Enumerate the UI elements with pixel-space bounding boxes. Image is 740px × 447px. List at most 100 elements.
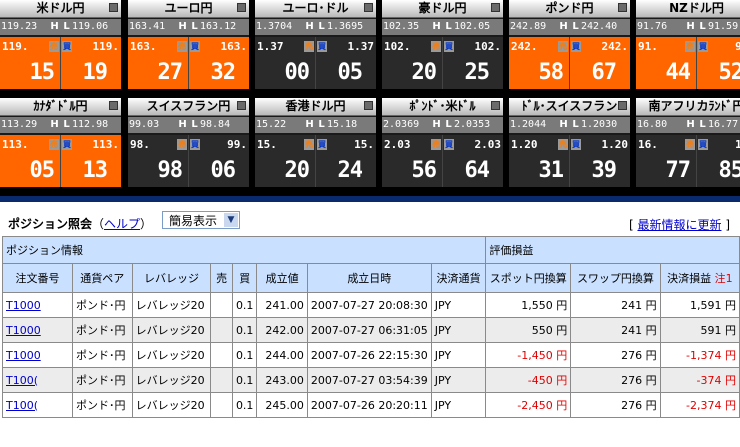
sell-price-button[interactable]: 102. 売 20	[382, 37, 442, 89]
rate-tile[interactable]: 米ドル円 119.23 H L 119.06 119. 売 15 買 119. 19	[0, 0, 121, 89]
rate-tile[interactable]: スイスフラン円 99.03 H L 98.84 98. 売 98 買 99. 06	[128, 98, 249, 187]
sell-badge: 売	[304, 139, 314, 150]
sell-price-button[interactable]: 119. 売 15	[0, 37, 60, 89]
buy-price-button[interactable]: 買 2.03 64	[443, 135, 503, 187]
price-cell: 245.00	[256, 392, 308, 418]
tile-settings-icon[interactable]	[491, 3, 500, 12]
buy-price-button[interactable]: 買 242. 67	[570, 37, 630, 89]
bid-big: 31	[538, 158, 564, 183]
rate-tile[interactable]: ﾄﾞﾙ･スイスフラン 1.2044 H L 1.2030 1.20 売 31 買 1.20 39	[509, 98, 630, 187]
sell-price-button[interactable]: 16. 売 77	[636, 135, 696, 187]
leverage-cell: レバレッジ20	[131, 367, 212, 393]
refresh-close-bracket: ]	[725, 218, 730, 232]
tile-title: ﾎﾟﾝﾄﾞ･米ﾄﾞﾙ	[382, 98, 503, 116]
rate-tile[interactable]: ユーロ･ドル 1.3704 H L 1.3695 1.37 売 00 買 1.37 05	[255, 0, 376, 89]
bid-big: 77	[665, 158, 691, 183]
buy-price-button[interactable]: 買 99. 06	[189, 135, 249, 187]
bid-small: 91.	[638, 40, 658, 53]
tile-title: ﾄﾞﾙ･スイスフラン	[509, 98, 630, 116]
tile-prices: 113. 売 05 買 113. 13	[0, 135, 121, 187]
buy-badge: 買	[317, 41, 327, 52]
tile-high: 2.0369	[383, 119, 420, 130]
refresh-link[interactable]: 最新情報に更新	[637, 218, 721, 232]
tile-settings-icon[interactable]	[109, 101, 118, 110]
rate-tile[interactable]: ﾎﾟﾝﾄﾞ･米ﾄﾞﾙ 2.0369 H L 2.0353 2.03 売 56 買 2.03 64	[382, 98, 503, 187]
tile-settings-icon[interactable]	[364, 101, 373, 110]
order-number-link[interactable]: T1000	[6, 299, 41, 312]
rate-tile[interactable]: 豪ドル円 102.35 H L 102.05 102. 売 20 買 102. 25	[382, 0, 503, 89]
column-header-label: 決済損益	[667, 272, 712, 285]
tile-settings-icon[interactable]	[109, 3, 118, 12]
help-close-paren: ）	[140, 217, 153, 231]
bid-big: 58	[538, 60, 564, 85]
currency-cell: JPY	[430, 317, 487, 343]
bid-small: 102.	[384, 40, 411, 53]
sell-price-button[interactable]: 2.03 売 56	[382, 135, 442, 187]
footnote-marker: 注1	[714, 272, 733, 285]
buy-price-button[interactable]: 買 1.20 39	[570, 135, 630, 187]
rate-tile[interactable]: 南アフリカﾗﾝﾄﾞ円 16.80 HL16.77 16. 売 77 買 16. 85	[636, 98, 740, 187]
buy-price-button[interactable]: 買 91. 52	[697, 37, 740, 89]
buy-price-button[interactable]: 買 119. 19	[61, 37, 121, 89]
buy-price-button[interactable]: 買 1.37 05	[316, 37, 376, 89]
pair-cell: ポンド･円	[71, 317, 133, 343]
buy-price-button[interactable]: 買 163. 32	[189, 37, 249, 89]
sell-price-button[interactable]: 15. 売 20	[255, 135, 315, 187]
tile-high-low: 2.0369 H L 2.0353	[382, 117, 503, 133]
tile-settings-icon[interactable]	[364, 3, 373, 12]
tile-settings-icon[interactable]	[491, 101, 500, 110]
order-number-link[interactable]: T1000	[6, 349, 41, 362]
sell-price-button[interactable]: 1.37 売 00	[255, 37, 315, 89]
tile-settings-icon[interactable]	[618, 101, 627, 110]
ask-small: 16.	[735, 138, 740, 151]
buy-badge: 買	[571, 139, 581, 150]
high-marker: H	[305, 21, 314, 32]
tile-settings-icon[interactable]	[618, 3, 627, 12]
buy-price-button[interactable]: 買 113. 13	[61, 135, 121, 187]
high-marker: H	[686, 119, 695, 130]
price-cell: 244.00	[256, 342, 308, 368]
help-link[interactable]: ヘルプ	[104, 217, 140, 231]
sell-cell	[210, 367, 233, 393]
panel-header: ポジション照会 （ヘルプ） 簡易表示 ▼ [ 最新情報に更新 ]	[0, 202, 740, 236]
sell-price-button[interactable]: 163. 売 27	[128, 37, 188, 89]
sell-price-button[interactable]: 91. 売 44	[636, 37, 696, 89]
buy-badge: 買	[571, 41, 581, 52]
date-cell: 2007-07-27 20:08:30	[306, 292, 432, 318]
tile-title: ポンド円	[509, 0, 630, 18]
buy-price-button[interactable]: 買 102. 25	[443, 37, 503, 89]
buy-price-button[interactable]: 買 16. 85	[697, 135, 740, 187]
swap-cell: 241 円	[570, 292, 661, 318]
rate-tile[interactable]: ｶﾅﾀﾞﾄﾞﾙ円 113.29 H L 112.98 113. 売 05 買 113. 13	[0, 98, 121, 187]
tile-title: 豪ドル円	[382, 0, 503, 18]
rate-tile[interactable]: 香港ドル円 15.22 H L 15.18 15. 売 20 買 15. 24	[255, 98, 376, 187]
rate-tile[interactable]: NZドル円91.76 HL91.59 91. 売 44 買 91. 52	[636, 0, 740, 89]
sell-price-button[interactable]: 98. 売 98	[128, 135, 188, 187]
rate-tile[interactable]: ユーロ円 163.41 H L 163.12 163. 売 27 買 163. 32	[128, 0, 249, 89]
order-number-link[interactable]: T1000	[6, 324, 41, 337]
sell-price-button[interactable]: 113. 売 05	[0, 135, 60, 187]
tile-settings-icon[interactable]	[237, 3, 246, 12]
price-cell: 241.00	[256, 292, 308, 318]
column-header: 買	[231, 263, 258, 293]
high-marker: H	[432, 119, 441, 130]
rate-tile[interactable]: ポンド円 242.89 H L 242.40 242. 売 58 買 242. 67	[509, 0, 630, 89]
tile-prices: 91. 売 44 買 91. 52	[636, 37, 740, 89]
order-number-link[interactable]: T100(	[6, 399, 38, 412]
order-number-link[interactable]: T100(	[6, 374, 38, 387]
bid-small: 119.	[2, 40, 29, 53]
bid-big: 05	[29, 158, 55, 183]
sell-price-button[interactable]: 1.20 売 31	[509, 135, 569, 187]
chevron-down-icon[interactable]: ▼	[224, 213, 238, 227]
order-cell: T1000	[2, 317, 73, 343]
buy-cell: 0.1	[231, 292, 258, 318]
view-mode-select[interactable]: 簡易表示 ▼	[162, 211, 240, 229]
date-cell: 2007-07-26 22:15:30	[306, 342, 432, 368]
tile-low: 16.77	[708, 119, 739, 130]
buy-price-button[interactable]: 買 15. 24	[316, 135, 376, 187]
tile-settings-icon[interactable]	[237, 101, 246, 110]
pl-cell: -2,374 円	[659, 392, 740, 418]
tile-high: 119.23	[1, 21, 38, 32]
buy-cell: 0.1	[231, 317, 258, 343]
sell-price-button[interactable]: 242. 売 58	[509, 37, 569, 89]
